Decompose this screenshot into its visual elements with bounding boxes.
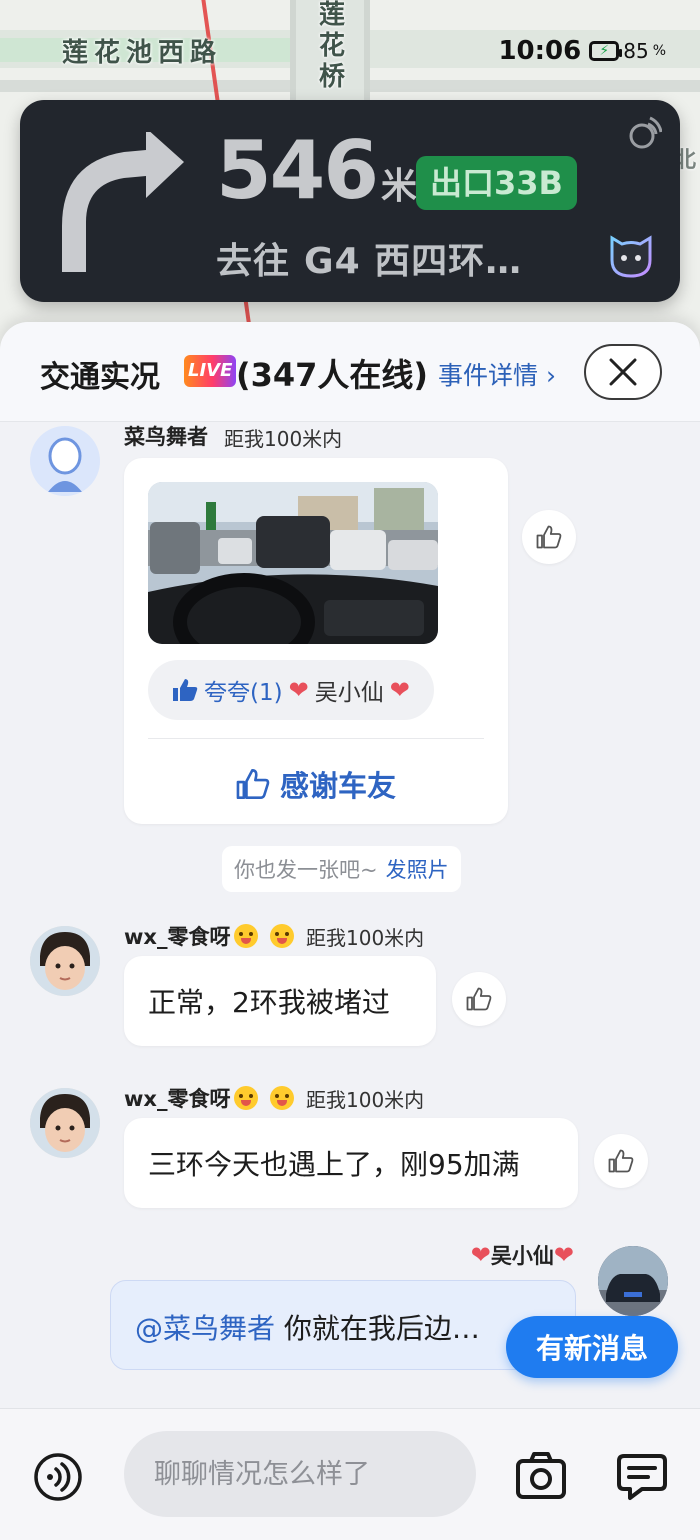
chat-bubble-icon: [617, 1454, 667, 1500]
username-text: 吴小仙: [490, 1244, 554, 1268]
map-road-label: 莲花池西路: [62, 38, 223, 68]
praise-count-label: 夸夸(1): [204, 680, 283, 706]
send-photo-link[interactable]: 发照片: [386, 854, 449, 884]
distance-unit: 米: [381, 166, 418, 207]
message-list-button[interactable]: [614, 1449, 670, 1505]
avatar[interactable]: [30, 926, 100, 996]
destination-label: 去往 G4 西四环…: [216, 232, 522, 284]
thumbs-up-icon: [466, 987, 492, 1011]
turn-right-arrow-icon: [62, 132, 184, 272]
message-distance: 距我100米内: [306, 926, 425, 950]
close-icon: [609, 358, 637, 386]
default-avatar-icon: [30, 426, 100, 496]
thumbs-up-filled-icon: [173, 679, 198, 701]
chevron-right-icon: ›: [538, 361, 556, 390]
heart-icon: ❤: [470, 1241, 491, 1269]
message-body: 你就在我后边…: [283, 1312, 480, 1345]
yum-emoji-icon: [234, 924, 259, 948]
thank-button[interactable]: 感谢车友: [124, 744, 508, 824]
praise-username: 吴小仙: [314, 680, 384, 706]
close-button[interactable]: [584, 344, 662, 400]
my-username[interactable]: ❤吴小仙❤: [471, 1240, 574, 1270]
like-button[interactable]: [522, 510, 576, 564]
like-button[interactable]: [452, 972, 506, 1026]
new-messages-button[interactable]: 有新消息: [506, 1316, 678, 1378]
my-message-bubble[interactable]: @菜鸟舞者 你就在我后边…: [110, 1280, 576, 1370]
traffic-photo[interactable]: [148, 482, 438, 644]
avatar[interactable]: [30, 426, 100, 496]
thumbs-up-icon: [536, 525, 562, 549]
camera-icon: [516, 1452, 566, 1499]
event-details-label: 事件详情: [438, 361, 539, 390]
yum-emoji-icon: [270, 924, 295, 948]
map-bridge-label: 莲花桥: [318, 0, 345, 92]
panel-title: 交通实况: [40, 360, 160, 395]
yum-emoji-icon: [270, 1086, 295, 1110]
camera-button[interactable]: [514, 1449, 568, 1503]
message-distance: 距我100米内: [306, 1088, 425, 1112]
message-username[interactable]: wx_零食呀: [124, 1083, 295, 1113]
username-text: wx_零食呀: [124, 1087, 231, 1111]
battery-charging-icon: ⚡: [589, 41, 623, 61]
thank-label: 感谢车友: [279, 769, 396, 803]
status-time: 10:06: [498, 36, 582, 66]
username-text: wx_零食呀: [124, 925, 231, 949]
message-username[interactable]: wx_零食呀: [124, 921, 295, 951]
traffic-live-panel: 交通实况 LIVE (347人在线) 事件详情 › 菜鸟舞者 距我100米内 夸…: [0, 322, 700, 1540]
avatar[interactable]: [30, 1088, 100, 1158]
message-distance: 距我100米内: [224, 427, 343, 451]
message-text: @菜鸟舞者 你就在我后边…: [135, 1307, 480, 1347]
mention-link[interactable]: @菜鸟舞者: [135, 1312, 275, 1345]
distance-readout: 546 米: [216, 124, 417, 217]
message-bubble[interactable]: 正常，2环我被堵过: [124, 956, 436, 1046]
like-button[interactable]: [594, 1134, 648, 1188]
distance-value: 546: [216, 124, 379, 217]
voice-broadcast-icon[interactable]: [628, 116, 662, 150]
heart-icon: ❤: [288, 676, 309, 704]
navigation-card[interactable]: 546 米 出口33B 去往 G4 西四环…: [20, 100, 680, 302]
battery-indicator: ⚡ 85%: [589, 39, 666, 63]
my-avatar[interactable]: [598, 1246, 668, 1316]
heart-icon: ❤: [553, 1241, 574, 1269]
exit-badge: 出口33B: [416, 156, 577, 210]
praise-pill[interactable]: 夸夸(1) ❤ 吴小仙 ❤: [148, 660, 434, 720]
photo-hint: 你也发一张吧~ 发照片: [222, 846, 461, 892]
traffic-photo-image: [148, 482, 438, 644]
yum-emoji-icon: [234, 1086, 259, 1110]
thumbs-up-icon: [236, 768, 270, 800]
voice-assistant-icon[interactable]: [606, 232, 656, 278]
destination-road: G4 西四环…: [304, 241, 523, 282]
destination-prefix: 去往: [216, 241, 291, 282]
message-text: 三环今天也遇上了，刚95加满: [148, 1148, 520, 1181]
voice-input-button[interactable]: [32, 1451, 84, 1503]
message-username[interactable]: 菜鸟舞者: [124, 421, 208, 451]
message-bubble[interactable]: 三环今天也遇上了，刚95加满: [124, 1118, 578, 1208]
user-avatar-photo: [30, 1088, 100, 1158]
heart-icon: ❤: [389, 676, 410, 704]
panel-header: 交通实况 LIVE (347人在线) 事件详情 ›: [0, 322, 700, 422]
event-details-link[interactable]: 事件详情 ›: [438, 356, 556, 392]
battery-percent: 85: [623, 39, 649, 63]
thumbs-up-icon: [608, 1149, 634, 1173]
hint-text: 你也发一张吧~: [234, 858, 378, 882]
bottom-input-bar: [0, 1408, 700, 1540]
battery-percent-unit: %: [652, 43, 666, 59]
online-count: (347人在线): [236, 356, 429, 394]
status-bar: 10:06 ⚡ 85%: [498, 36, 666, 66]
message-text: 正常，2环我被堵过: [148, 986, 390, 1019]
photo-post-card: 夸夸(1) ❤ 吴小仙 ❤ 感谢车友: [124, 458, 508, 824]
card-divider: [148, 738, 484, 739]
live-badge: LIVE: [184, 355, 237, 387]
user-avatar-photo: [30, 926, 100, 996]
car-avatar-photo: [598, 1246, 668, 1316]
voice-input-icon: [34, 1453, 82, 1501]
chat-input[interactable]: [124, 1431, 476, 1517]
